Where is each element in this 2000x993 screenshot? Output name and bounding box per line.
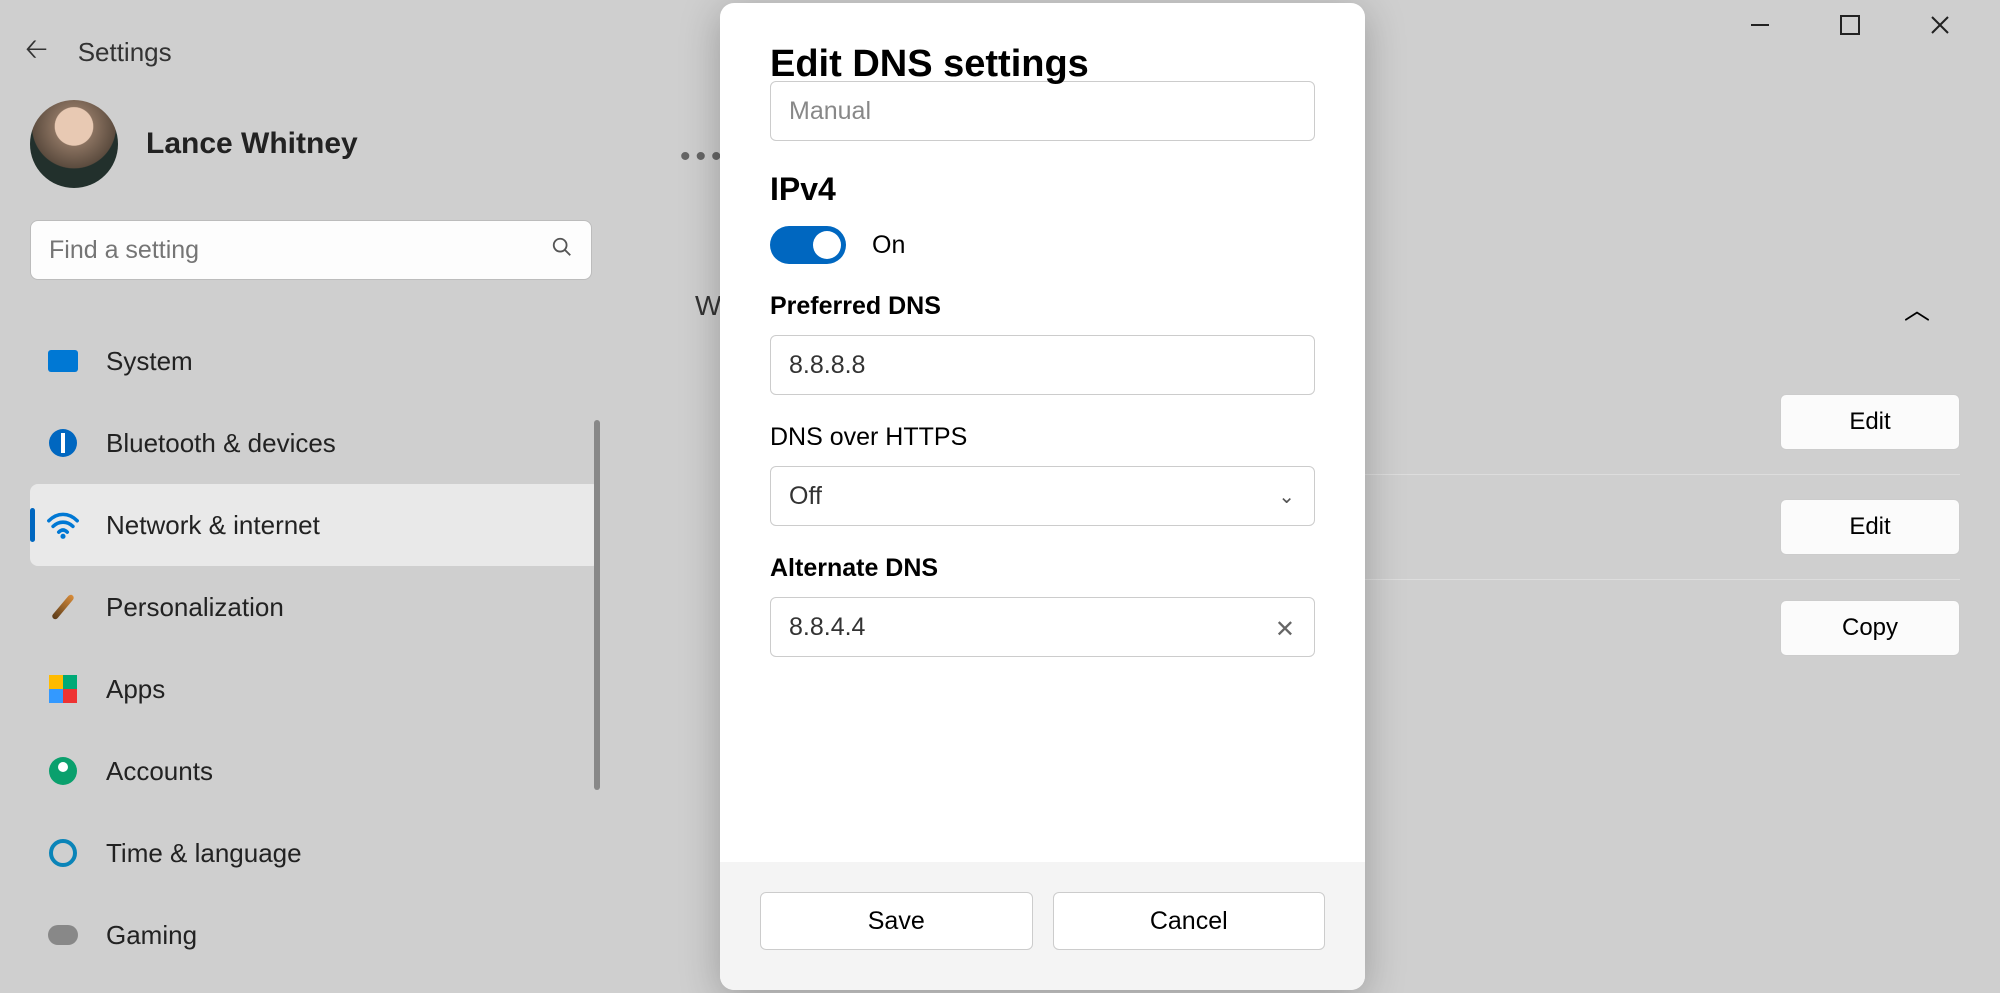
cancel-button[interactable]: Cancel: [1053, 892, 1326, 950]
dialog-footer: Save Cancel: [720, 862, 1365, 990]
sidebar-item-gaming[interactable]: Gaming: [30, 894, 600, 976]
sidebar-item-personalization[interactable]: Personalization: [30, 566, 600, 648]
alternate-dns-label: Alternate DNS: [770, 554, 1315, 583]
paintbrush-icon: [46, 590, 80, 624]
clock-icon: [46, 836, 80, 870]
settings-row-dns[interactable]: DHCP) Edit: [1280, 475, 1960, 580]
preferred-dns-label: Preferred DNS: [770, 292, 1315, 321]
ipv4-toggle-state: On: [872, 231, 905, 260]
person-icon: [46, 754, 80, 788]
search-field[interactable]: [30, 220, 592, 280]
gamepad-icon: [46, 918, 80, 952]
sidebar-item-time-language[interactable]: Time & language: [30, 812, 600, 894]
ipv4-toggle[interactable]: [770, 226, 846, 264]
search-icon: [551, 236, 573, 264]
wifi-icon: [46, 508, 80, 542]
sidebar-nav: System Bluetooth & devices Network & int…: [30, 320, 600, 976]
app-title: Settings: [78, 37, 172, 68]
back-arrow-icon[interactable]: 🡠: [25, 28, 48, 76]
maximize-button[interactable]: [1820, 0, 1880, 50]
preferred-dns-input[interactable]: [770, 335, 1315, 395]
window-controls: [1730, 0, 2000, 50]
edit-button[interactable]: Edit: [1780, 499, 1960, 555]
partial-text: W: [695, 290, 721, 322]
alternate-dns-input[interactable]: [770, 597, 1315, 657]
user-name: Lance Whitney: [146, 127, 358, 161]
sidebar-item-label: Network & internet: [106, 510, 320, 541]
chevron-up-icon[interactable]: ︿: [1904, 290, 1930, 327]
edit-dns-dialog: Edit DNS settings Manual IPv4 On Preferr…: [720, 3, 1365, 990]
sidebar-item-label: Accounts: [106, 756, 213, 787]
ipv4-heading: IPv4: [770, 171, 1315, 208]
search-input[interactable]: [49, 236, 551, 265]
clear-input-icon[interactable]: ✕: [1275, 615, 1295, 644]
bluetooth-icon: [46, 426, 80, 460]
sidebar-item-label: System: [106, 346, 193, 377]
sidebar-item-system[interactable]: System: [30, 320, 600, 402]
sidebar-item-accounts[interactable]: Accounts: [30, 730, 600, 812]
user-profile[interactable]: Lance Whitney: [30, 100, 358, 188]
dns-mode-select[interactable]: Manual: [770, 81, 1315, 141]
sidebar-item-label: Time & language: [106, 838, 302, 869]
apps-icon: [46, 672, 80, 706]
dialog-title: Edit DNS settings: [770, 43, 1315, 86]
minimize-button[interactable]: [1730, 0, 1790, 50]
copy-button[interactable]: Copy: [1780, 600, 1960, 656]
sidebar-scrollbar[interactable]: [594, 420, 600, 790]
settings-row-ip[interactable]: DHCP) Edit: [1280, 370, 1960, 475]
close-button[interactable]: [1910, 0, 1970, 50]
save-button[interactable]: Save: [760, 892, 1033, 950]
header: 🡠 Settings: [25, 28, 172, 76]
avatar: [30, 100, 118, 188]
sidebar-item-label: Apps: [106, 674, 165, 705]
sidebar-item-network[interactable]: Network & internet: [30, 484, 600, 566]
sidebar-item-apps[interactable]: Apps: [30, 648, 600, 730]
edit-button[interactable]: Edit: [1780, 394, 1960, 450]
sidebar-item-bluetooth[interactable]: Bluetooth & devices: [30, 402, 600, 484]
doh-label: DNS over HTTPS: [770, 423, 1315, 452]
sidebar-item-label: Personalization: [106, 592, 284, 623]
sidebar-item-label: Bluetooth & devices: [106, 428, 336, 459]
monitor-icon: [46, 344, 80, 378]
chevron-down-icon: ⌄: [1278, 484, 1295, 509]
sidebar-item-label: Gaming: [106, 920, 197, 951]
doh-select[interactable]: Off: [770, 466, 1315, 526]
